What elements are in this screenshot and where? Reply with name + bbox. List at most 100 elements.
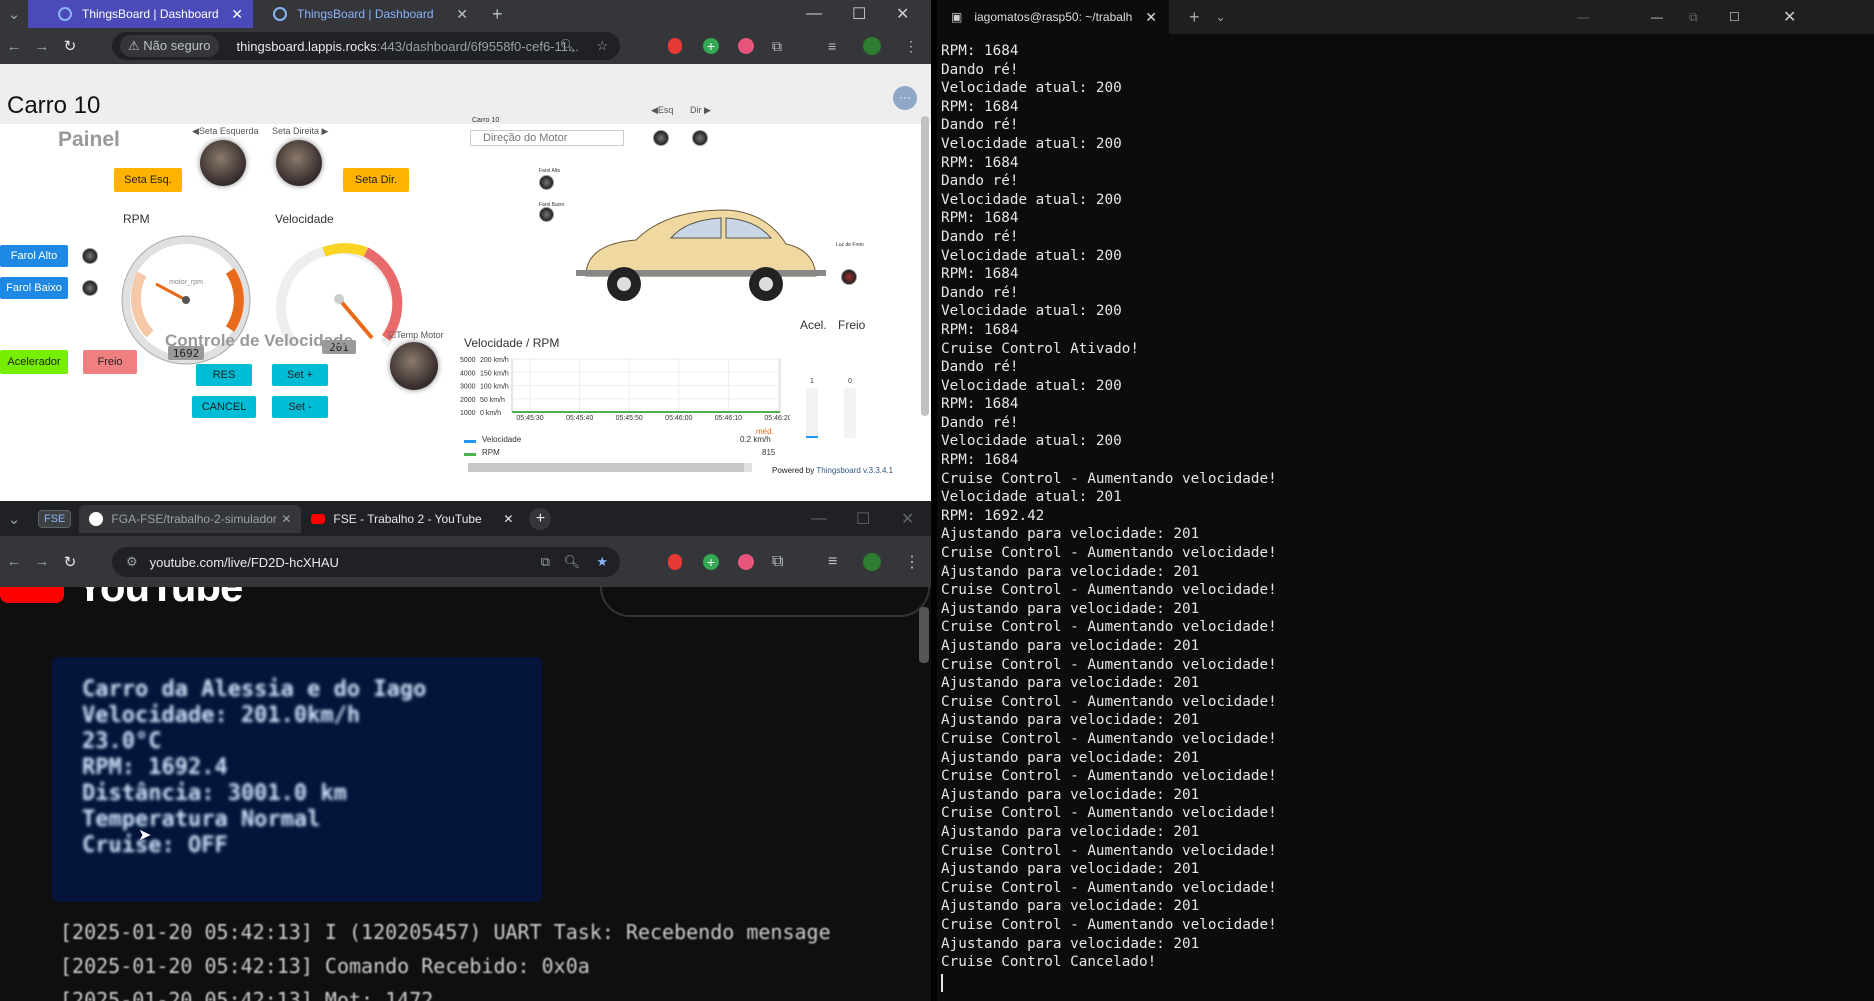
seta-dir-button[interactable]: Seta Dir.	[343, 168, 409, 192]
dashboard-scrollbar[interactable]	[921, 116, 929, 416]
bookmark-star-icon[interactable]: ★	[596, 554, 608, 570]
maximize-icon[interactable]: ☐	[856, 509, 870, 529]
terminal-line: Velocidade atual: 200	[941, 191, 1122, 208]
terminal-line: Ajustando para velocidade: 201	[941, 563, 1200, 580]
media-control-icon[interactable]: ≡	[828, 38, 836, 54]
new-tab-button[interactable]: +	[529, 508, 552, 530]
set-minus-button[interactable]: Set -	[272, 396, 328, 418]
terminal-line: Ajustando para velocidade: 201	[941, 526, 1200, 543]
browser-menu-icon[interactable]: ⋮	[904, 552, 920, 572]
terminal-line: Ajustando para velocidade: 201	[941, 712, 1200, 729]
extension-pink-icon[interactable]	[738, 38, 754, 54]
tab-youtube[interactable]: FSE - Trabalho 2 - YouTube ✕	[301, 505, 523, 533]
tab-group-label[interactable]: FSE	[38, 510, 72, 528]
res-button[interactable]: RES	[196, 364, 252, 386]
reload-icon[interactable]: ↻	[56, 37, 84, 55]
tab-search-chevron-icon[interactable]: ⌄	[0, 510, 28, 528]
minimize-icon[interactable]: —	[811, 510, 827, 528]
media-control-icon[interactable]: ≡	[828, 553, 837, 571]
dir-indicator	[692, 130, 708, 146]
close-tab-icon[interactable]: ✕	[1145, 9, 1157, 26]
tab-github[interactable]: FGA-FSE/trabalho-2-simulador ✕	[79, 505, 302, 533]
search-box-outline[interactable]	[600, 587, 930, 617]
carro-small-label: Carro 10	[472, 117, 500, 124]
back-icon[interactable]: ←	[0, 553, 28, 570]
close-window-icon[interactable]: ✕	[1783, 7, 1796, 27]
forward-icon[interactable]: →	[28, 38, 56, 55]
site-info-icon[interactable]: ⚙	[126, 554, 138, 570]
tab-search-chevron-icon[interactable]: ⌄	[0, 5, 28, 23]
set-plus-button[interactable]: Set +	[272, 364, 328, 386]
x-tick-label: 05:46:20	[764, 415, 790, 422]
more-options-button[interactable]: ···	[893, 86, 917, 110]
address-bar-2[interactable]: ⚙ youtube.com/live/FD2D-hcXHAU ⧉ 🔍︎ ★	[112, 547, 620, 577]
new-tab-button[interactable]: +	[1189, 7, 1200, 28]
profile-avatar[interactable]	[863, 37, 881, 55]
thingsboard-version[interactable]: Thingsboard v.3.3.4.1	[816, 466, 893, 475]
zoom-icon[interactable]: 🔍︎	[559, 38, 576, 54]
close-tab-icon[interactable]: ✕	[281, 512, 291, 526]
farol-alto-small-indicator	[539, 175, 554, 190]
tab-thingsboard-2[interactable]: ThingsBoard | Dashboard ✕	[253, 0, 478, 28]
forward-icon[interactable]: →	[28, 553, 56, 570]
close-window-icon[interactable]: ✕	[901, 509, 914, 529]
not-secure-badge[interactable]: ⚠ Não seguro	[120, 35, 219, 57]
acelerador-button[interactable]: Acelerador	[0, 350, 68, 374]
chart-scrollbar-thumb[interactable]	[468, 463, 744, 472]
back-icon[interactable]: ←	[0, 38, 28, 55]
extensions-puzzle-icon[interactable]: ⧉	[772, 38, 782, 55]
extension-plus-icon[interactable]: +	[703, 38, 719, 54]
y-left-tick-label: 5000	[460, 357, 476, 364]
freio-button[interactable]: Freio	[83, 350, 137, 374]
terminal-line: Cruise Control - Aumentando velocidade!	[941, 730, 1277, 747]
extension-pink-icon[interactable]	[738, 553, 754, 570]
extension-red-icon[interactable]	[668, 38, 682, 54]
terminal-tab[interactable]: ▣ iagomatos@rasp50: ~/trabalh ✕	[937, 0, 1169, 34]
youtube-logo-icon[interactable]	[0, 587, 64, 603]
extension-red-icon[interactable]	[668, 553, 682, 570]
address-bar[interactable]: ⚠ Não seguro thingsboard.lappis.rocks:44…	[112, 32, 620, 60]
x-tick-label: 05:46:10	[715, 415, 742, 422]
y-left-tick-label: 1000	[460, 410, 476, 417]
maximize-icon[interactable]: ☐	[852, 4, 866, 24]
farol-alto-button[interactable]: Farol Alto	[0, 245, 68, 267]
temp-motor-label: ☑Temp Motor	[388, 330, 444, 340]
close-tab-icon[interactable]: ✕	[456, 6, 468, 23]
extension-plus-icon[interactable]: +	[703, 553, 719, 570]
terminal-output[interactable]: RPM: 1684 Dando ré! Velocidade atual: 200 R…	[941, 42, 1861, 972]
tab-thingsboard-1[interactable]: ThingsBoard | Dashboard ✕	[28, 0, 253, 28]
youtube-wordmark[interactable]: YouTube	[76, 587, 243, 611]
install-app-icon[interactable]: ⧉	[541, 554, 550, 570]
new-tab-button[interactable]: +	[492, 4, 503, 25]
zoom-icon[interactable]: 🔍︎	[563, 554, 580, 570]
minimize-icon[interactable]: —	[1651, 10, 1663, 24]
direcao-motor-input[interactable]	[470, 130, 624, 146]
tab-dropdown-icon[interactable]: ⌄	[1216, 10, 1226, 24]
terminal-line: Velocidade atual: 200	[941, 247, 1122, 264]
url-host: thingsboard.lappis.rocks	[236, 38, 377, 54]
maximize-icon[interactable]: ☐	[1729, 10, 1740, 24]
close-tab-icon[interactable]: ✕	[231, 6, 243, 23]
extensions-puzzle-icon[interactable]: ⧉	[772, 553, 783, 571]
close-tab-icon[interactable]: ✕	[503, 512, 513, 526]
car-illustration-icon	[576, 209, 826, 301]
tab-title: ThingsBoard | Dashboard	[82, 7, 219, 21]
youtube-scrollbar[interactable]	[919, 607, 929, 663]
chart-scrollbar[interactable]	[468, 463, 752, 472]
close-window-icon[interactable]: ✕	[896, 4, 909, 24]
farol-baixo-button[interactable]: Farol Baixo	[0, 277, 68, 299]
browser-menu-icon[interactable]: ⋮	[904, 38, 918, 55]
terminal-line: Ajustando para velocidade: 201	[941, 898, 1200, 915]
browser2-toolbar: ← → ↻ ⚙ youtube.com/live/FD2D-hcXHAU ⧉ 🔍…	[0, 536, 931, 587]
x-tick-label: 05:45:30	[516, 415, 543, 422]
terminal-line: Dando ré!	[941, 61, 1019, 78]
terminal-line: Velocidade atual: 201	[941, 489, 1122, 506]
cancel-button[interactable]: CANCEL	[192, 396, 256, 418]
video-frame[interactable]: Carro da Alessia e do Iago Velocidade: 20…	[52, 657, 542, 902]
bookmark-star-icon[interactable]: ☆	[596, 38, 608, 54]
minimize-icon[interactable]: —	[806, 5, 822, 23]
browser-window-thingsboard: ⌄ ThingsBoard | Dashboard ✕ ThingsBoard …	[0, 0, 931, 501]
reload-icon[interactable]: ↻	[56, 553, 84, 571]
seta-esq-button[interactable]: Seta Esq.	[114, 168, 182, 192]
profile-avatar[interactable]	[863, 552, 881, 571]
